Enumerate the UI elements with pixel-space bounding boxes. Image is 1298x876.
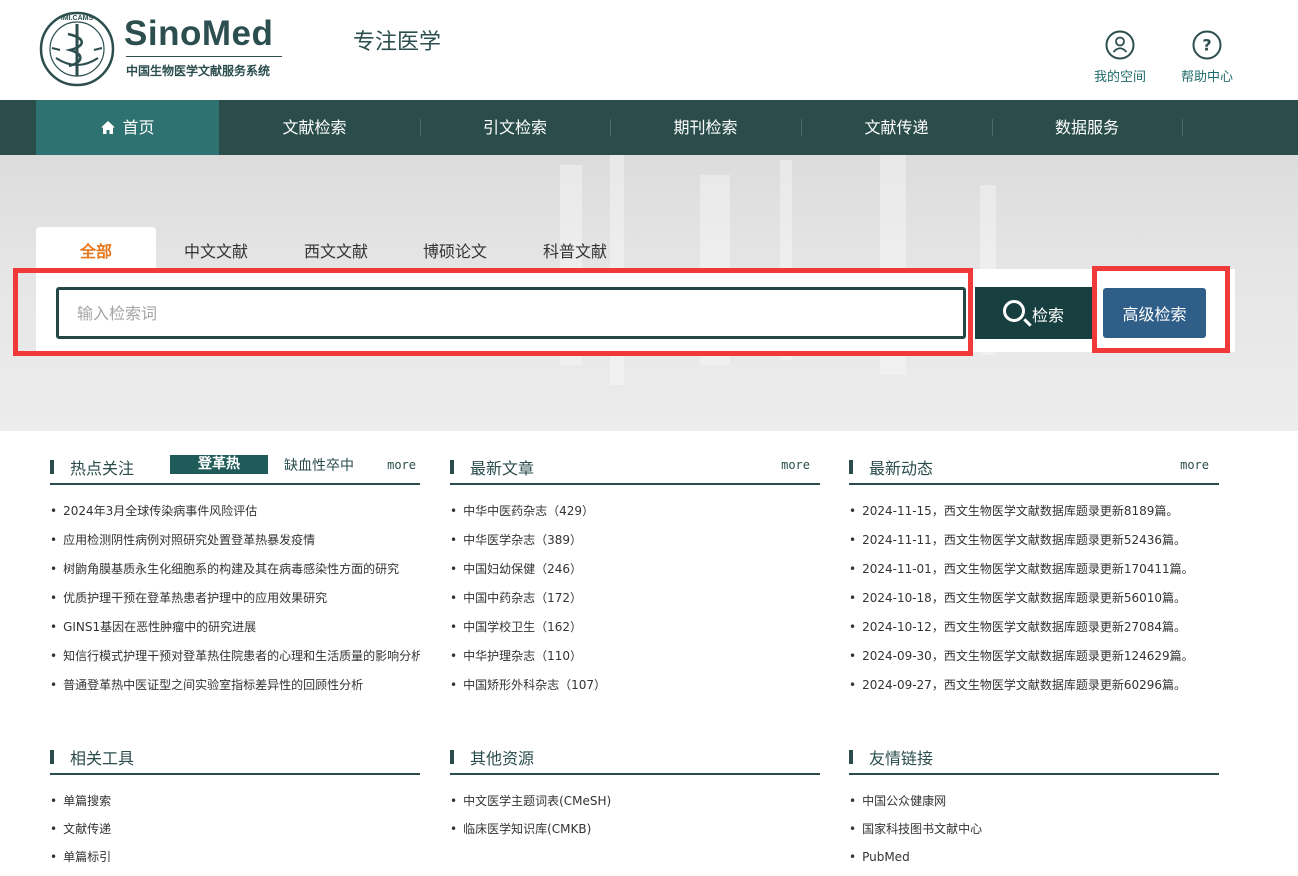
advanced-search-button[interactable]: 高级检索 <box>1103 288 1206 338</box>
hot-tag-ischemic-stroke[interactable]: 缺血性卒中 <box>284 455 354 475</box>
other-resources-list: 中文医学主题词表(CMeSH) 临床医学知识库(CMKB) <box>450 787 820 843</box>
title-marker <box>450 460 454 474</box>
nav-document-delivery[interactable]: 文献传递 <box>801 100 992 155</box>
list-item[interactable]: 中华医学杂志（389） <box>450 526 820 555</box>
list-item[interactable]: 2024-09-27，西文生物医学文献数据库题录更新60296篇。 <box>849 671 1219 700</box>
question-icon: ? <box>1192 30 1222 60</box>
list-item[interactable]: 中华中医药杂志（429） <box>450 497 820 526</box>
header: IMI.CAMS SinoMed 中国生物医学文献服务系统 专注医学 我的空间 … <box>0 0 1298 100</box>
more-link[interactable]: more <box>387 458 416 472</box>
my-space-link[interactable]: 我的空间 <box>1085 30 1155 85</box>
list-item[interactable]: 单篇搜索 <box>50 787 420 815</box>
panel-header: 热点关注 登革热 缺血性卒中 more <box>50 455 420 485</box>
nav-data-services[interactable]: 数据服务 <box>992 100 1182 155</box>
other-resources-panel: 其他资源 中文医学主题词表(CMeSH) 临床医学知识库(CMKB) <box>450 745 820 843</box>
list-item[interactable]: 树鼩角膜基质永生化细胞系的构建及其在病毒感染性方面的研究 <box>50 555 420 584</box>
latest-articles-list: 中华中医药杂志（429） 中华医学杂志（389） 中国妇幼保健（246） 中国中… <box>450 497 820 700</box>
list-item[interactable]: 应用检测阴性病例对照研究处置登革热暴发疫情 <box>50 526 420 555</box>
panel-header: 最新动态 more <box>849 455 1219 485</box>
slogan: 专注医学 <box>353 30 442 55</box>
hot-tag-dengue[interactable]: 登革热 <box>170 455 268 474</box>
logo-subtitle: 中国生物医学文献服务系统 <box>126 64 271 78</box>
list-item[interactable]: PubMed <box>849 843 1219 871</box>
seal-text: IMI.CAMS <box>61 15 94 22</box>
list-item[interactable]: 知信行模式护理干预对登革热住院患者的心理和生活质量的影响分析 <box>50 642 420 671</box>
nav-journal-search[interactable]: 期刊检索 <box>610 100 801 155</box>
search-button-label: 检索 <box>1032 306 1065 325</box>
tab-chinese-literature[interactable]: 中文文献 <box>156 227 276 269</box>
list-item[interactable]: 临床医学知识库(CMKB) <box>450 815 820 843</box>
tools-panel: 相关工具 单篇搜索 文献传递 单篇标引 <box>50 745 420 871</box>
list-item[interactable]: 中华护理杂志（110） <box>450 642 820 671</box>
svg-text:?: ? <box>1202 36 1211 55</box>
list-item[interactable]: 2024-09-30，西文生物医学文献数据库题录更新124629篇。 <box>849 642 1219 671</box>
latest-news-list: 2024-11-15，西文生物医学文献数据库题录更新8189篇。 2024-11… <box>849 497 1219 700</box>
logo-seal-icon[interactable]: IMI.CAMS <box>38 10 116 88</box>
list-item[interactable]: 2024年3月全球传染病事件风险评估 <box>50 497 420 526</box>
tab-all[interactable]: 全部 <box>36 227 156 269</box>
logo-divider <box>126 56 282 57</box>
list-item[interactable]: 2024-11-15，西文生物医学文献数据库题录更新8189篇。 <box>849 497 1219 526</box>
search-icon <box>1003 300 1025 322</box>
help-center-label: 帮助中心 <box>1180 70 1233 85</box>
title-marker <box>849 460 853 474</box>
friend-links-list: 中国公众健康网 国家科技图书文献中心 PubMed <box>849 787 1219 871</box>
list-item[interactable]: 文献传递 <box>50 815 420 843</box>
nav-citation-search[interactable]: 引文检索 <box>420 100 610 155</box>
panel-header: 最新文章 more <box>450 455 820 485</box>
list-item[interactable]: 2024-11-11，西文生物医学文献数据库题录更新52436篇。 <box>849 526 1219 555</box>
list-item[interactable]: 中国中药杂志（172） <box>450 584 820 613</box>
title-marker <box>50 750 54 764</box>
home-icon <box>101 121 116 134</box>
panel-title: 最新文章 <box>470 459 535 478</box>
nav-home[interactable]: 首页 <box>36 100 219 155</box>
logo-title[interactable]: SinoMed <box>124 14 273 54</box>
more-link[interactable]: more <box>781 458 810 472</box>
list-item[interactable]: 单篇标引 <box>50 843 420 871</box>
title-marker <box>450 750 454 764</box>
list-item[interactable]: 普通登革热中医证型之间实验室指标差异性的回顾性分析 <box>50 671 420 700</box>
hot-topics-list: 2024年3月全球传染病事件风险评估 应用检测阴性病例对照研究处置登革热暴发疫情… <box>50 497 420 700</box>
panel-title: 相关工具 <box>70 749 135 768</box>
tools-list: 单篇搜索 文献传递 单篇标引 <box>50 787 420 871</box>
panel-header: 相关工具 <box>50 745 420 775</box>
list-item[interactable]: 2024-11-01，西文生物医学文献数据库题录更新170411篇。 <box>849 555 1219 584</box>
panel-header: 其他资源 <box>450 745 820 775</box>
list-item[interactable]: 中国妇幼保健（246） <box>450 555 820 584</box>
list-item[interactable]: 中国学校卫生（162） <box>450 613 820 642</box>
nav-home-label: 首页 <box>122 118 155 137</box>
list-item[interactable]: 优质护理干预在登革热患者护理中的应用效果研究 <box>50 584 420 613</box>
list-item[interactable]: GINS1基因在恶性肿瘤中的研究进展 <box>50 613 420 642</box>
more-link[interactable]: more <box>1180 458 1209 472</box>
nav-literature-search[interactable]: 文献检索 <box>219 100 410 155</box>
title-marker <box>50 460 54 474</box>
search-input[interactable] <box>56 287 966 339</box>
list-item[interactable]: 中文医学主题词表(CMeSH) <box>450 787 820 815</box>
friend-links-panel: 友情链接 中国公众健康网 国家科技图书文献中心 PubMed <box>849 745 1219 871</box>
panel-title: 最新动态 <box>869 459 934 478</box>
search-button[interactable]: 检索 <box>975 287 1093 339</box>
main-nav: 首页 文献检索 引文检索 期刊检索 文献传递 数据服务 <box>0 100 1298 155</box>
latest-news-panel: 最新动态 more 2024-11-15，西文生物医学文献数据库题录更新8189… <box>849 455 1219 700</box>
list-item[interactable]: 2024-10-12，西文生物医学文献数据库题录更新27084篇。 <box>849 613 1219 642</box>
panel-title: 其他资源 <box>470 749 535 768</box>
list-item[interactable]: 中国公众健康网 <box>849 787 1219 815</box>
panel-title: 热点关注 <box>70 459 135 478</box>
help-center-link[interactable]: ? 帮助中心 <box>1172 30 1242 85</box>
nav-divider <box>1182 119 1183 136</box>
title-marker <box>849 750 853 764</box>
list-item[interactable]: 中国矫形外科杂志（107） <box>450 671 820 700</box>
list-item[interactable]: 国家科技图书文献中心 <box>849 815 1219 843</box>
user-icon <box>1105 30 1135 60</box>
tab-dissertations[interactable]: 博硕论文 <box>396 227 514 269</box>
panel-title: 友情链接 <box>869 749 934 768</box>
list-item[interactable]: 2024-10-18，西文生物医学文献数据库题录更新56010篇。 <box>849 584 1219 613</box>
hot-topics-panel: 热点关注 登革热 缺血性卒中 more 2024年3月全球传染病事件风险评估 应… <box>50 455 420 700</box>
latest-articles-panel: 最新文章 more 中华中医药杂志（429） 中华医学杂志（389） 中国妇幼保… <box>450 455 820 700</box>
tab-western-literature[interactable]: 西文文献 <box>276 227 396 269</box>
panel-header: 友情链接 <box>849 745 1219 775</box>
tab-popular-science[interactable]: 科普文献 <box>514 227 636 269</box>
my-space-label: 我的空间 <box>1093 70 1146 85</box>
